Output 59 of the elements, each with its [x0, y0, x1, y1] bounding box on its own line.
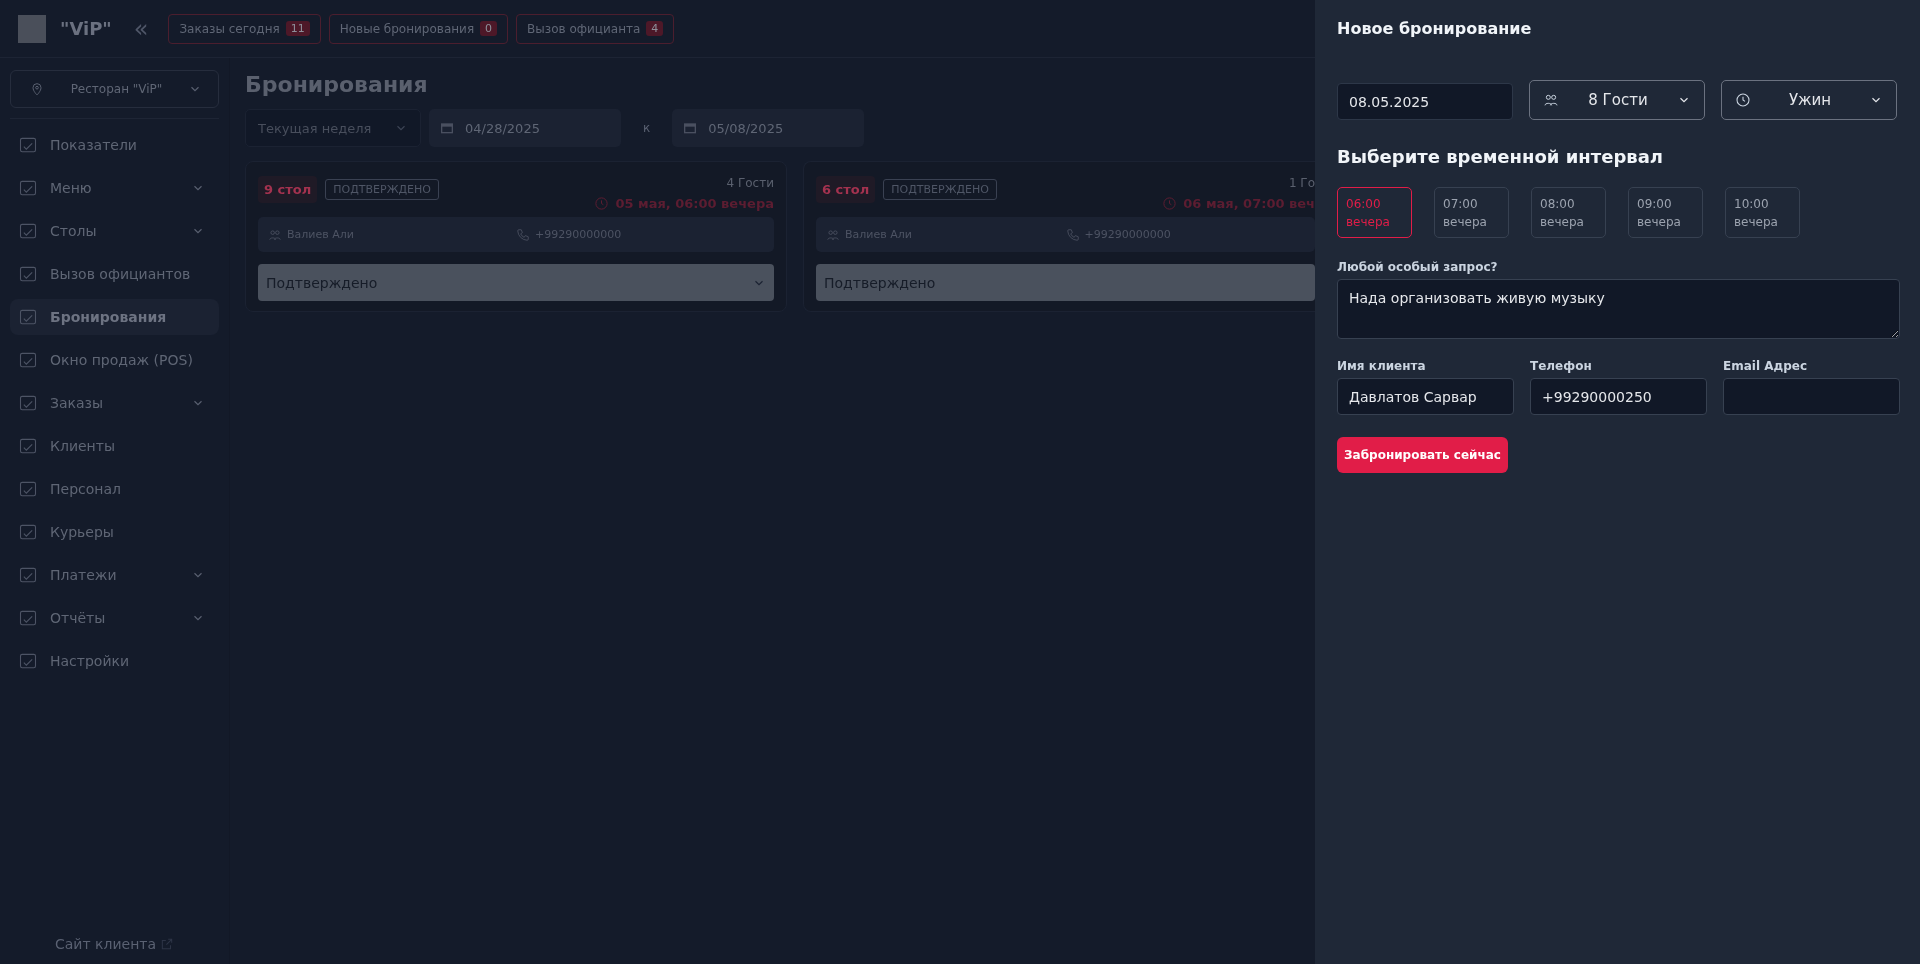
clock-icon [594, 196, 610, 211]
sidebar-item[interactable]: Столы [10, 213, 219, 249]
drawer-title: Новое бронирование [1337, 19, 1533, 38]
field-label: Телефон [1530, 359, 1593, 373]
request-textarea[interactable]: Нада организовать живую музыку [1337, 279, 1900, 339]
location-pin-icon [29, 81, 45, 97]
meal-select[interactable]: Ужин [1721, 80, 1897, 120]
sidebar-item[interactable]: Окно продаж (POS) [10, 342, 219, 378]
range-separator: к [643, 121, 651, 135]
booking-time: 05 мая, 06:00 вечера [615, 196, 774, 211]
sidebar-item[interactable]: Отчёты [10, 600, 219, 636]
restaurant-select[interactable]: Ресторан "ViP" [10, 70, 219, 108]
input-field[interactable]: +99290000250 [1530, 378, 1707, 415]
page-title: Бронирования [245, 72, 429, 97]
sidebar-item[interactable]: Персонал [10, 471, 219, 507]
sidebar-item[interactable]: Вызов официантов [10, 256, 219, 292]
logo-image [18, 14, 46, 43]
time-slot-button[interactable]: 08:00 вечера [1531, 187, 1606, 238]
client-site-link[interactable]: Сайт клиента [54, 936, 175, 952]
external-link-icon [160, 937, 175, 951]
sidebar-item[interactable]: Курьеры [10, 514, 219, 550]
guest-count: 4 Гости [726, 176, 774, 190]
phone-icon [1065, 227, 1080, 242]
section-heading: Выберите временной интервал [1337, 146, 1664, 167]
time-slot-button[interactable]: 07:00 вечера [1434, 187, 1509, 238]
field-label: Любой особый запрос? [1337, 260, 1499, 274]
input-field[interactable] [1723, 378, 1900, 415]
sidebar-item[interactable]: Показатели [10, 127, 219, 163]
booking-time: 06 мая, 07:00 веч [1183, 196, 1315, 211]
table-tag: 9 стол [258, 176, 318, 203]
collapse-button[interactable]: « [133, 14, 149, 43]
notification-button[interactable]: Заказы сегодня 11 [168, 13, 321, 44]
time-slot-button[interactable]: 06:00 вечера [1337, 187, 1412, 238]
sidebar-item[interactable]: Меню [10, 170, 219, 206]
guests-select[interactable]: 8 Гости [1529, 80, 1705, 120]
table-tag: 6 стол [816, 176, 876, 203]
book-now-button[interactable]: Забронировать сейчас [1337, 437, 1508, 473]
brand-name: "ViP" [60, 18, 112, 39]
sidebar-item[interactable]: Настройки [10, 643, 219, 679]
field-label: Имя клиента [1337, 359, 1427, 373]
phone-icon [516, 227, 530, 242]
input-field[interactable]: Давлатов Сарвар [1337, 378, 1514, 415]
sidebar-item[interactable]: Заказы [10, 385, 219, 421]
time-slot-button[interactable]: 10:00 вечера [1725, 187, 1800, 238]
status-tag: ПОДТВЕРЖДЕНО [883, 179, 997, 200]
sidebar-item[interactable]: Платежи [10, 557, 219, 593]
status-tag: ПОДТВЕРЖДЕНО [325, 179, 439, 200]
clock-icon [1735, 92, 1751, 108]
field-label: Email Адрес [1723, 359, 1809, 373]
guest-count: 1 Го [1288, 176, 1315, 190]
clock-icon [1162, 196, 1178, 211]
date-field[interactable]: 04/28/2025 [429, 109, 621, 147]
sidebar-item[interactable]: Бронирования [10, 299, 219, 335]
date-input[interactable]: 08.05.2025 [1337, 83, 1513, 120]
time-slot-button[interactable]: 09:00 вечера [1628, 187, 1703, 238]
sidebar-item[interactable]: Клиенты [10, 428, 219, 464]
notification-button[interactable]: Новые бронирования 0 [328, 13, 509, 44]
date-field[interactable]: 05/08/2025 [672, 109, 865, 147]
notification-button[interactable]: Вызов официанта 4 [516, 13, 675, 44]
